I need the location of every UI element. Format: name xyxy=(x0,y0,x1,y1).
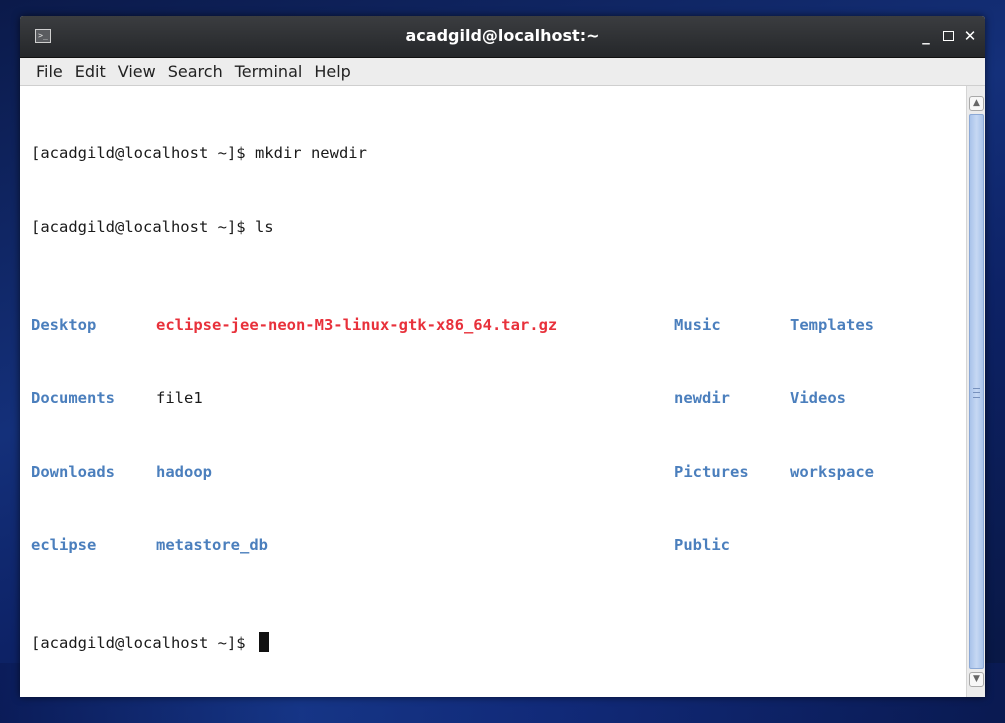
menu-edit[interactable]: Edit xyxy=(69,58,112,85)
ls-row: eclipse metastore_db Public xyxy=(31,533,967,558)
ls-entry: Templates xyxy=(790,315,874,334)
minimize-button[interactable]: _ xyxy=(916,26,936,46)
title-bar[interactable]: >_ acadgild@localhost:~ _ ✕ xyxy=(20,16,985,58)
menu-search[interactable]: Search xyxy=(162,58,229,85)
prompt-line: [acadgild@localhost ~]$ xyxy=(31,631,967,656)
scrollbar-thumb[interactable] xyxy=(969,114,984,669)
ls-row: Desktop eclipse-jee-neon-M3-linux-gtk-x8… xyxy=(31,313,967,338)
ls-entry: newdir xyxy=(674,389,730,407)
menu-view[interactable]: View xyxy=(112,58,162,85)
terminal-line: [acadgild@localhost ~]$ ls xyxy=(31,217,274,236)
close-button[interactable]: ✕ xyxy=(960,26,980,46)
menu-bar: File Edit View Search Terminal Help xyxy=(20,58,985,86)
ls-entry: workspace xyxy=(790,462,874,481)
ls-entry: Music xyxy=(674,315,721,334)
ls-entry: hadoop xyxy=(156,462,212,481)
maximize-icon xyxy=(942,30,954,41)
ls-entry: eclipse-jee-neon-M3-linux-gtk-x86_64.tar… xyxy=(156,315,558,334)
window-title: acadgild@localhost:~ xyxy=(405,26,600,45)
ls-entry: eclipse xyxy=(31,536,97,554)
ls-entry: Desktop xyxy=(31,315,97,334)
ls-entry: Public xyxy=(674,536,730,554)
scroll-up-icon[interactable]: ▲ xyxy=(969,96,984,111)
ls-row: Documents file1 newdir Videos xyxy=(31,386,967,411)
grip-icon xyxy=(973,387,980,398)
ls-entry: Documents xyxy=(31,389,115,407)
maximize-button[interactable] xyxy=(938,26,958,46)
terminal-line: [acadgild@localhost ~]$ mkdir newdir xyxy=(31,144,367,162)
ls-entry: Videos xyxy=(790,389,846,407)
ls-entry: Pictures xyxy=(674,462,749,481)
terminal-window: >_ acadgild@localhost:~ _ ✕ File Edit Vi… xyxy=(20,16,985,697)
ls-entry: file1 xyxy=(156,389,203,407)
shell-prompt: [acadgild@localhost ~]$ xyxy=(31,634,255,652)
ls-entry: Downloads xyxy=(31,462,115,481)
ls-row: Downloads hadoop Pictures workspace xyxy=(31,460,967,485)
terminal-output[interactable]: [acadgild@localhost ~]$ mkdir newdir [ac… xyxy=(20,86,967,697)
vertical-scrollbar[interactable]: ▲ ▼ xyxy=(966,86,985,697)
menu-terminal[interactable]: Terminal xyxy=(229,58,309,85)
scroll-down-icon[interactable]: ▼ xyxy=(969,672,984,687)
menu-help[interactable]: Help xyxy=(308,58,356,85)
text-cursor xyxy=(258,632,269,652)
ls-entry: metastore_db xyxy=(156,536,268,554)
menu-file[interactable]: File xyxy=(30,58,69,85)
ls-entry xyxy=(790,533,910,558)
